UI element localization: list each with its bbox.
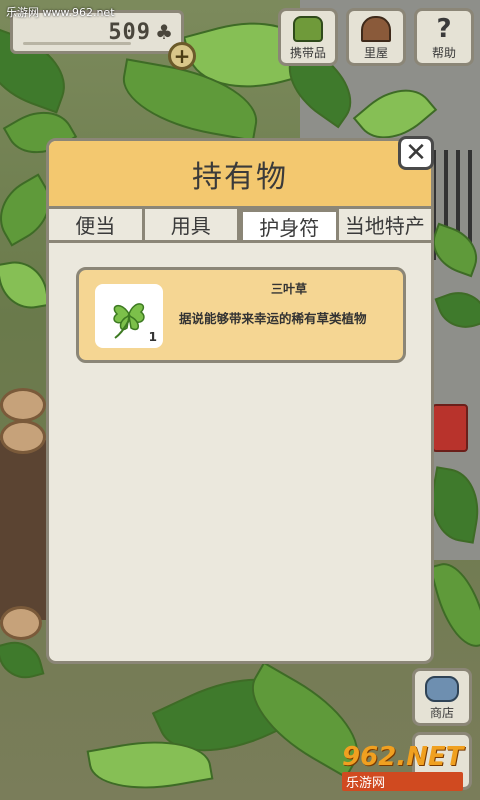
backroom-button[interactable]: 里屋 xyxy=(346,8,406,66)
four-leaf-clover-icon xyxy=(113,303,145,339)
inventory-button[interactable]: 携带品 xyxy=(278,8,338,66)
panel-title: 持有物 xyxy=(192,159,288,195)
leaf xyxy=(0,635,45,685)
shop-icon xyxy=(425,676,459,702)
inventory-panel: 持有物 便当 用具 护身符 当地特产 1 三叶草 据说能够带来幸运的稀有草类植物 xyxy=(46,138,434,664)
item-quantity: 1 xyxy=(148,330,157,344)
add-clover-button[interactable]: + xyxy=(168,42,196,70)
inventory-item-card[interactable]: 1 三叶草 据说能够带来幸运的稀有草类植物 xyxy=(76,267,406,363)
help-label: 帮助 xyxy=(431,46,456,60)
item-name: 三叶草 xyxy=(270,282,307,296)
leaf xyxy=(0,256,50,314)
clover-count: 509 xyxy=(108,19,152,45)
site-logo-watermark: 962.NET 乐游网 xyxy=(342,742,464,791)
counter-underline xyxy=(23,42,131,45)
tree-stump xyxy=(0,606,42,640)
tab-charms[interactable]: 护身符 xyxy=(240,209,339,240)
tree-stump xyxy=(0,420,46,454)
inventory-label: 携带品 xyxy=(289,46,326,60)
tab-local-specialties[interactable]: 当地特产 xyxy=(338,209,431,240)
help-button[interactable]: ? 帮助 xyxy=(414,8,474,66)
item-thumbnail: 1 xyxy=(95,284,163,348)
house-icon xyxy=(361,16,391,42)
shop-button[interactable]: 商店 xyxy=(412,668,472,726)
tab-tools[interactable]: 用具 xyxy=(144,209,240,240)
watermark-sub: 乐游网 xyxy=(342,772,464,791)
mailbox xyxy=(432,404,468,452)
inventory-tabs: 便当 用具 护身符 当地特产 xyxy=(49,209,431,243)
leaf xyxy=(429,556,480,654)
help-icon: ? xyxy=(436,14,452,44)
site-watermark: 乐游网 www.962.net xyxy=(6,6,115,19)
tab-bento[interactable]: 便当 xyxy=(49,209,145,240)
watermark-main: 962.NET xyxy=(342,742,464,772)
item-description: 据说能够带来幸运的稀有草类植物 xyxy=(179,311,367,326)
panel-header: 持有物 xyxy=(49,141,431,209)
bag-icon xyxy=(293,16,323,42)
close-button[interactable]: ✕ xyxy=(398,136,434,170)
backroom-label: 里屋 xyxy=(363,46,388,60)
shop-label: 商店 xyxy=(429,706,454,720)
clover-icon: ♣ xyxy=(155,20,173,44)
tree-stump xyxy=(0,388,46,422)
